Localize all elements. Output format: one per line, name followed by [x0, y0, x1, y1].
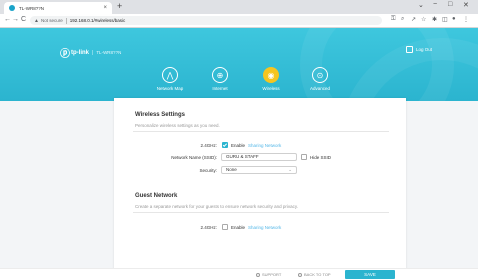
close-window-icon[interactable]: ✕	[463, 1, 469, 9]
wireless-settings-desc: Personalize wireless settings as you nee…	[135, 123, 220, 128]
bookmark-star-icon[interactable]: ☆	[421, 16, 426, 23]
tab-label: Internet	[212, 86, 228, 91]
security-value: None	[226, 167, 237, 172]
tab-internet[interactable]: ⊕ Internet	[200, 67, 240, 91]
tab-network-map[interactable]: ⋀ Network Map	[150, 67, 190, 91]
address-bar[interactable]: ▲ Not secure 192.168.0.1/#wireless/basic	[30, 16, 382, 25]
key-icon[interactable]: ⚿	[391, 16, 396, 23]
band-label: 2.4GHz:	[200, 143, 217, 148]
footer-bar: SUPPORT BACK TO TOP SAVE	[0, 268, 478, 280]
guest-enable-checkbox[interactable]	[222, 224, 228, 230]
tp-link-favicon-icon	[9, 5, 15, 11]
logout-icon	[406, 46, 413, 53]
sharing-network-link[interactable]: Sharing Network	[248, 143, 281, 148]
guest-network-title: Guest Network	[135, 193, 178, 199]
arrow-up-icon	[298, 272, 302, 277]
guest-enable-label: Enable	[231, 225, 246, 230]
enable-24ghz-checkbox[interactable]	[222, 142, 228, 148]
guest-band-label: 2.4GHz:	[200, 225, 217, 230]
security-label: Security:	[199, 168, 217, 173]
enable-label: Enable	[231, 143, 246, 148]
browser-menu-icon[interactable]: ⋮	[463, 16, 469, 23]
logout-button[interactable]: Log Out	[406, 46, 432, 53]
support-icon	[256, 272, 260, 277]
url-text[interactable]: 192.168.0.1/#wireless/basic	[70, 18, 126, 23]
browser-tab-title: TL-WR8??N	[19, 5, 45, 11]
header-banner: ⓟ tp-link | TL-WR8??N Log Out ⋀ Network …	[0, 28, 478, 101]
wireless-icon: ◉	[263, 67, 279, 83]
back-to-top-label: BACK TO TOP	[304, 272, 331, 277]
browser-toolbar: ← → C ▲ Not secure 192.168.0.1/#wireless…	[0, 14, 478, 28]
share-icon[interactable]: ↗	[411, 16, 416, 23]
support-link[interactable]: SUPPORT	[256, 272, 281, 277]
browser-tab-strip: TL-WR8??N × + ⌄ − □ ✕	[0, 0, 478, 14]
section-divider	[133, 212, 389, 213]
extensions-icon[interactable]: ✱	[432, 16, 437, 23]
save-button[interactable]: SAVE	[345, 270, 395, 279]
forward-icon[interactable]: →	[12, 16, 19, 23]
brand-name: tp-link	[71, 49, 89, 56]
address-divider	[65, 17, 67, 24]
wireless-settings-title: Wireless Settings	[135, 112, 185, 118]
not-secure-warning-icon[interactable]: ▲	[34, 18, 39, 24]
ssid-input[interactable]: GURU & STAFF	[221, 153, 297, 161]
chevron-down-icon: ⌄	[288, 167, 292, 172]
tab-label: Network Map	[156, 86, 184, 91]
support-label: SUPPORT	[262, 272, 282, 277]
settings-card: Wireless Settings Personalize wireless s…	[114, 98, 406, 279]
advanced-settings-icon: ⊙	[312, 67, 328, 83]
new-tab-button[interactable]: +	[117, 1, 122, 11]
tab-close-icon[interactable]: ×	[103, 5, 107, 11]
tab-label: Advanced	[309, 86, 330, 91]
sidebar-icon[interactable]: ◫	[442, 16, 448, 23]
tab-advanced[interactable]: ⊙ Advanced	[300, 67, 340, 91]
network-map-icon: ⋀	[162, 67, 178, 83]
minimize-icon[interactable]: −	[433, 1, 437, 8]
guest-network-desc: Create a separate network for your guest…	[135, 204, 298, 209]
maximize-icon[interactable]: □	[448, 1, 452, 8]
logo-divider: |	[92, 49, 94, 56]
security-select[interactable]: None ⌄	[221, 166, 297, 174]
logout-label: Log Out	[416, 47, 433, 52]
profile-icon[interactable]: ●	[452, 16, 456, 22]
tp-link-logo: ⓟ tp-link | TL-WR8??N	[60, 45, 121, 60]
back-icon[interactable]: ←	[4, 16, 11, 23]
zoom-icon[interactable]: ⌕	[401, 16, 404, 23]
ssid-label: Network Name (SSID):	[171, 155, 217, 160]
internet-globe-icon: ⊕	[212, 67, 228, 83]
section-divider	[133, 131, 389, 132]
hide-ssid-label: Hide SSID	[310, 155, 332, 160]
router-page: ⓟ tp-link | TL-WR8??N Log Out ⋀ Network …	[0, 28, 478, 280]
browser-tab[interactable]: TL-WR8??N ×	[4, 2, 112, 14]
tab-search-icon[interactable]: ⌄	[418, 1, 424, 9]
tab-label: Wireless	[262, 86, 280, 91]
tab-wireless[interactable]: ◉ Wireless	[251, 67, 291, 91]
security-status: Not secure	[40, 18, 63, 23]
reload-icon[interactable]: C	[21, 16, 26, 23]
guest-sharing-network-link[interactable]: Sharing Network	[248, 225, 281, 230]
hide-ssid-checkbox[interactable]	[301, 154, 307, 160]
back-to-top-link[interactable]: BACK TO TOP	[298, 272, 331, 277]
tp-link-logo-icon: ⓟ	[60, 49, 70, 60]
model-name: TL-WR8??N	[96, 50, 122, 55]
